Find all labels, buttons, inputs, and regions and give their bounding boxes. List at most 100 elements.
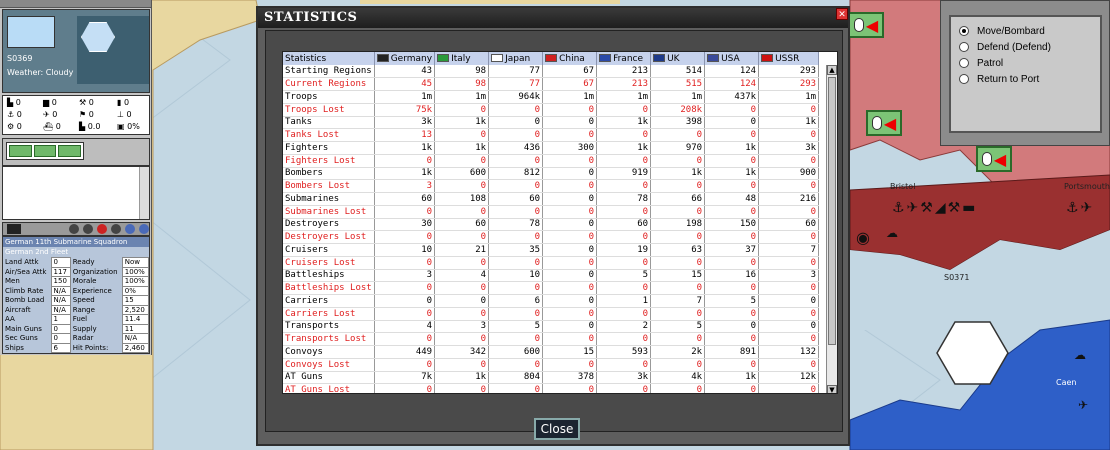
table-cell: 0 bbox=[542, 243, 598, 257]
close-button[interactable]: Close bbox=[534, 418, 580, 440]
table-cell: 0 bbox=[434, 256, 490, 270]
nation-header[interactable]: Italy bbox=[434, 52, 490, 65]
table-cell: 0 bbox=[374, 294, 436, 308]
table-cell: 98 bbox=[434, 65, 490, 79]
row-label: Tanks bbox=[283, 116, 375, 130]
province-stats: ▙ 0 ▆ 0 ⚒ 0 ▮ 0 ⚓ 0 ✈ 0 ⚑ 0 ⊥ 0 ⚙ 0 ⛴ 0 … bbox=[2, 95, 150, 135]
table-cell: 0 bbox=[434, 358, 490, 372]
transfer-icon[interactable] bbox=[7, 224, 21, 234]
nation-name: USSR bbox=[775, 53, 800, 64]
stat-value: 0 bbox=[50, 257, 71, 268]
top-toolbar[interactable] bbox=[0, 0, 151, 8]
table-cell: 15 bbox=[542, 345, 598, 359]
row-label: Fighters Lost bbox=[283, 154, 375, 168]
table-cell: 60 bbox=[596, 218, 652, 232]
stat-value: 0% bbox=[121, 285, 150, 296]
table-cell: 1k bbox=[650, 167, 706, 181]
table-cell: 0 bbox=[596, 281, 652, 295]
weather-text: Weather: Cloudy bbox=[7, 68, 74, 77]
table-cell: 0 bbox=[596, 256, 652, 270]
table-cell: 216 bbox=[758, 192, 820, 206]
nation-header[interactable]: China bbox=[542, 52, 598, 65]
nation-header[interactable]: Germany bbox=[374, 52, 436, 65]
order-option[interactable]: Patrol bbox=[959, 55, 1092, 71]
stat-label: Radar bbox=[72, 334, 94, 343]
table-cell: 0 bbox=[704, 383, 760, 393]
unit-action-bar bbox=[2, 222, 150, 236]
table-row: Bombers Lost 3 0 0 0 0 0 0 0 bbox=[283, 179, 820, 193]
info-icon[interactable] bbox=[111, 224, 121, 234]
reorganize-icon[interactable] bbox=[125, 224, 135, 234]
stat-label: Ships bbox=[5, 343, 24, 352]
vertical-scrollbar[interactable]: ▲ ▼ bbox=[826, 65, 837, 393]
scroll-thumb[interactable] bbox=[828, 77, 836, 345]
unit-counter[interactable]: ◀ bbox=[848, 12, 884, 38]
delete-icon[interactable] bbox=[97, 224, 107, 234]
merge-icon[interactable] bbox=[139, 224, 149, 234]
table-cell: 0 bbox=[542, 320, 598, 334]
table-cell: 0 bbox=[542, 332, 598, 346]
table-cell: 60 bbox=[758, 218, 820, 232]
nation-header[interactable]: USSR bbox=[758, 52, 820, 65]
unit-chip[interactable] bbox=[58, 145, 82, 157]
table-row: Carriers Lost 0 0 0 0 0 0 0 0 bbox=[283, 307, 820, 321]
table-cell: 0 bbox=[704, 103, 760, 117]
table-row: Bombers 1k 600 812 0 919 1k 1k 900 bbox=[283, 167, 820, 181]
table-cell: 0 bbox=[758, 179, 820, 193]
table-cell: 0 bbox=[650, 383, 706, 393]
unit-counter[interactable]: ◀ bbox=[866, 110, 902, 136]
split-icon[interactable] bbox=[83, 224, 93, 234]
table-cell: 0 bbox=[758, 358, 820, 372]
radio-button[interactable] bbox=[959, 26, 969, 36]
table-cell: 0 bbox=[434, 281, 490, 295]
scroll-up-icon[interactable]: ▲ bbox=[827, 65, 837, 75]
flag-icon bbox=[599, 54, 612, 62]
table-cell: 1k bbox=[374, 167, 436, 181]
nation-header[interactable]: Japan bbox=[488, 52, 544, 65]
table-cell: 4 bbox=[374, 320, 436, 334]
dialog-titlebar[interactable]: STATISTICS ✕ bbox=[258, 8, 848, 28]
table-cell: 0 bbox=[488, 116, 544, 130]
unit-chip[interactable] bbox=[9, 145, 32, 157]
row-label: Fighters bbox=[283, 141, 375, 155]
order-option[interactable]: Defend (Defend) bbox=[959, 39, 1092, 55]
scroll-down-icon[interactable]: ▼ bbox=[827, 385, 837, 393]
nation-header[interactable]: UK bbox=[650, 52, 706, 65]
unit-counter[interactable]: ◀ bbox=[976, 146, 1012, 172]
table-cell: 0 bbox=[434, 179, 490, 193]
order-option[interactable]: Move/Bombard bbox=[959, 23, 1092, 39]
nation-header[interactable]: France bbox=[596, 52, 652, 65]
table-cell: 0 bbox=[758, 383, 820, 393]
table-cell: 0 bbox=[650, 281, 706, 295]
radio-button[interactable] bbox=[959, 58, 969, 68]
table-cell: 0 bbox=[704, 320, 760, 334]
unit-parent: German 2nd Fleet bbox=[3, 247, 149, 257]
radio-button[interactable] bbox=[959, 42, 969, 52]
province-info: S0369 Weather: Cloudy bbox=[2, 9, 150, 93]
radio-button[interactable] bbox=[959, 74, 969, 84]
table-row: Tanks Lost 13 0 0 0 0 0 0 0 bbox=[283, 128, 820, 142]
unit-stack[interactable] bbox=[6, 142, 84, 160]
table-cell: 0 bbox=[488, 154, 544, 168]
stat-label: Land Attk bbox=[5, 258, 39, 267]
table-cell: 0 bbox=[374, 358, 436, 372]
statistics-table: Statistics Germany Italy Japan China France U… bbox=[283, 52, 820, 393]
unit-list[interactable] bbox=[2, 166, 150, 220]
table-cell: 4k bbox=[650, 371, 706, 385]
unit-list-scrollbar[interactable] bbox=[139, 167, 149, 219]
unit-chip[interactable] bbox=[33, 145, 57, 157]
orders-panel: Move/Bombard Defend (Defend) Patrol Return … bbox=[940, 0, 1110, 146]
table-cell: 515 bbox=[650, 77, 706, 91]
table-cell: 5 bbox=[704, 294, 760, 308]
table-cell: 78 bbox=[596, 192, 652, 206]
table-cell: 0 bbox=[542, 307, 598, 321]
nation-header[interactable]: USA bbox=[704, 52, 760, 65]
table-cell: 0 bbox=[542, 230, 598, 244]
table-cell: 208k bbox=[650, 103, 706, 117]
order-option[interactable]: Return to Port bbox=[959, 71, 1092, 87]
table-cell: 15 bbox=[650, 269, 706, 283]
table-cell: 378 bbox=[542, 371, 598, 385]
upgrade-icon[interactable] bbox=[69, 224, 79, 234]
row-label: Destroyers bbox=[283, 218, 375, 232]
close-icon[interactable]: ✕ bbox=[836, 8, 848, 20]
